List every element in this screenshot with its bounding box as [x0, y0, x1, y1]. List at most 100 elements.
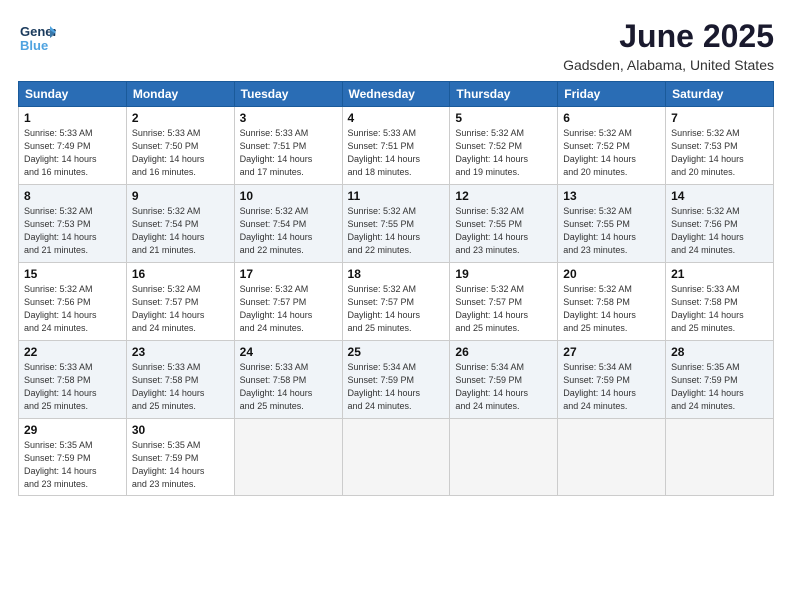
- col-sunday: Sunday: [19, 82, 127, 107]
- day-number: 11: [348, 189, 445, 203]
- table-row: 13 Sunrise: 5:32 AM Sunset: 7:55 PM Dayli…: [558, 185, 666, 263]
- day-info: Sunrise: 5:32 AM Sunset: 7:57 PM Dayligh…: [348, 283, 445, 335]
- table-row: 18 Sunrise: 5:32 AM Sunset: 7:57 PM Dayli…: [342, 263, 450, 341]
- calendar-week-row: 29Sunrise: 5:35 AM Sunset: 7:59 PM Dayli…: [19, 419, 774, 496]
- table-row: 30Sunrise: 5:35 AM Sunset: 7:59 PM Dayli…: [126, 419, 234, 496]
- day-info: Sunrise: 5:33 AM Sunset: 7:51 PM Dayligh…: [348, 127, 445, 179]
- day-info: Sunrise: 5:33 AM Sunset: 7:58 PM Dayligh…: [24, 361, 121, 413]
- calendar-week-row: 22 Sunrise: 5:33 AM Sunset: 7:58 PM Dayli…: [19, 341, 774, 419]
- day-info: Sunrise: 5:32 AM Sunset: 7:55 PM Dayligh…: [563, 205, 660, 257]
- calendar-header-row: Sunday Monday Tuesday Wednesday Thursday…: [19, 82, 774, 107]
- table-row: 8Sunrise: 5:32 AM Sunset: 7:53 PM Daylig…: [19, 185, 127, 263]
- day-info: Sunrise: 5:35 AM Sunset: 7:59 PM Dayligh…: [24, 439, 121, 491]
- day-info: Sunrise: 5:32 AM Sunset: 7:58 PM Dayligh…: [563, 283, 660, 335]
- table-row: 6 Sunrise: 5:32 AM Sunset: 7:52 PM Daylig…: [558, 107, 666, 185]
- col-wednesday: Wednesday: [342, 82, 450, 107]
- day-info: Sunrise: 5:33 AM Sunset: 7:58 PM Dayligh…: [240, 361, 337, 413]
- table-row: 15 Sunrise: 5:32 AM Sunset: 7:56 PM Dayli…: [19, 263, 127, 341]
- day-info: Sunrise: 5:32 AM Sunset: 7:54 PM Dayligh…: [132, 205, 229, 257]
- table-row: 21 Sunrise: 5:33 AM Sunset: 7:58 PM Dayli…: [666, 263, 774, 341]
- table-row: [666, 419, 774, 496]
- day-number: 17: [240, 267, 337, 281]
- day-info: Sunrise: 5:32 AM Sunset: 7:57 PM Dayligh…: [240, 283, 337, 335]
- table-row: 17 Sunrise: 5:32 AM Sunset: 7:57 PM Dayli…: [234, 263, 342, 341]
- table-row: 1 Sunrise: 5:33 AM Sunset: 7:49 PM Daylig…: [19, 107, 127, 185]
- day-number: 15: [24, 267, 121, 281]
- table-row: 28Sunrise: 5:35 AM Sunset: 7:59 PM Dayli…: [666, 341, 774, 419]
- day-number: 9: [132, 189, 229, 203]
- day-number: 12: [455, 189, 552, 203]
- calendar-table: Sunday Monday Tuesday Wednesday Thursday…: [18, 81, 774, 496]
- day-number: 20: [563, 267, 660, 281]
- table-row: [450, 419, 558, 496]
- day-number: 27: [563, 345, 660, 359]
- table-row: 10Sunrise: 5:32 AM Sunset: 7:54 PM Dayli…: [234, 185, 342, 263]
- table-row: 3Sunrise: 5:33 AM Sunset: 7:51 PM Daylig…: [234, 107, 342, 185]
- table-row: 7 Sunrise: 5:32 AM Sunset: 7:53 PM Daylig…: [666, 107, 774, 185]
- table-row: [342, 419, 450, 496]
- table-row: 5 Sunrise: 5:32 AM Sunset: 7:52 PM Daylig…: [450, 107, 558, 185]
- title-block: June 2025 Gadsden, Alabama, United State…: [563, 18, 774, 73]
- day-number: 8: [24, 189, 121, 203]
- table-row: 22 Sunrise: 5:33 AM Sunset: 7:58 PM Dayli…: [19, 341, 127, 419]
- calendar-week-row: 15 Sunrise: 5:32 AM Sunset: 7:56 PM Dayli…: [19, 263, 774, 341]
- day-info: Sunrise: 5:33 AM Sunset: 7:58 PM Dayligh…: [671, 283, 768, 335]
- subtitle: Gadsden, Alabama, United States: [563, 57, 774, 73]
- day-number: 4: [348, 111, 445, 125]
- main-title: June 2025: [563, 18, 774, 55]
- day-number: 18: [348, 267, 445, 281]
- table-row: 25Sunrise: 5:34 AM Sunset: 7:59 PM Dayli…: [342, 341, 450, 419]
- day-info: Sunrise: 5:32 AM Sunset: 7:54 PM Dayligh…: [240, 205, 337, 257]
- table-row: [558, 419, 666, 496]
- col-monday: Monday: [126, 82, 234, 107]
- col-saturday: Saturday: [666, 82, 774, 107]
- day-number: 19: [455, 267, 552, 281]
- day-number: 7: [671, 111, 768, 125]
- table-row: [234, 419, 342, 496]
- calendar-week-row: 1 Sunrise: 5:33 AM Sunset: 7:49 PM Daylig…: [19, 107, 774, 185]
- table-row: 16 Sunrise: 5:32 AM Sunset: 7:57 PM Dayli…: [126, 263, 234, 341]
- day-number: 28: [671, 345, 768, 359]
- day-info: Sunrise: 5:34 AM Sunset: 7:59 PM Dayligh…: [563, 361, 660, 413]
- svg-text:Blue: Blue: [20, 38, 48, 53]
- day-number: 1: [24, 111, 121, 125]
- day-info: Sunrise: 5:32 AM Sunset: 7:57 PM Dayligh…: [455, 283, 552, 335]
- day-info: Sunrise: 5:32 AM Sunset: 7:53 PM Dayligh…: [671, 127, 768, 179]
- table-row: 9 Sunrise: 5:32 AM Sunset: 7:54 PM Daylig…: [126, 185, 234, 263]
- day-number: 13: [563, 189, 660, 203]
- day-number: 2: [132, 111, 229, 125]
- table-row: 2Sunrise: 5:33 AM Sunset: 7:50 PM Daylig…: [126, 107, 234, 185]
- table-row: 27 Sunrise: 5:34 AM Sunset: 7:59 PM Dayli…: [558, 341, 666, 419]
- calendar-week-row: 8Sunrise: 5:32 AM Sunset: 7:53 PM Daylig…: [19, 185, 774, 263]
- col-tuesday: Tuesday: [234, 82, 342, 107]
- day-number: 14: [671, 189, 768, 203]
- col-thursday: Thursday: [450, 82, 558, 107]
- day-info: Sunrise: 5:32 AM Sunset: 7:55 PM Dayligh…: [455, 205, 552, 257]
- table-row: 14 Sunrise: 5:32 AM Sunset: 7:56 PM Dayli…: [666, 185, 774, 263]
- day-info: Sunrise: 5:32 AM Sunset: 7:57 PM Dayligh…: [132, 283, 229, 335]
- day-number: 23: [132, 345, 229, 359]
- table-row: 12 Sunrise: 5:32 AM Sunset: 7:55 PM Dayli…: [450, 185, 558, 263]
- day-info: Sunrise: 5:34 AM Sunset: 7:59 PM Dayligh…: [455, 361, 552, 413]
- table-row: 4 Sunrise: 5:33 AM Sunset: 7:51 PM Daylig…: [342, 107, 450, 185]
- day-info: Sunrise: 5:33 AM Sunset: 7:51 PM Dayligh…: [240, 127, 337, 179]
- header: General Blue June 2025 Gadsden, Alabama,…: [18, 18, 774, 73]
- day-number: 21: [671, 267, 768, 281]
- logo: General Blue: [18, 18, 56, 61]
- table-row: 20 Sunrise: 5:32 AM Sunset: 7:58 PM Dayli…: [558, 263, 666, 341]
- day-number: 22: [24, 345, 121, 359]
- day-info: Sunrise: 5:32 AM Sunset: 7:56 PM Dayligh…: [24, 283, 121, 335]
- table-row: 29Sunrise: 5:35 AM Sunset: 7:59 PM Dayli…: [19, 419, 127, 496]
- day-number: 5: [455, 111, 552, 125]
- day-info: Sunrise: 5:32 AM Sunset: 7:52 PM Dayligh…: [455, 127, 552, 179]
- table-row: 24Sunrise: 5:33 AM Sunset: 7:58 PM Dayli…: [234, 341, 342, 419]
- day-info: Sunrise: 5:34 AM Sunset: 7:59 PM Dayligh…: [348, 361, 445, 413]
- day-info: Sunrise: 5:32 AM Sunset: 7:52 PM Dayligh…: [563, 127, 660, 179]
- day-number: 16: [132, 267, 229, 281]
- day-number: 26: [455, 345, 552, 359]
- day-info: Sunrise: 5:33 AM Sunset: 7:49 PM Dayligh…: [24, 127, 121, 179]
- day-info: Sunrise: 5:32 AM Sunset: 7:56 PM Dayligh…: [671, 205, 768, 257]
- day-number: 6: [563, 111, 660, 125]
- table-row: 23Sunrise: 5:33 AM Sunset: 7:58 PM Dayli…: [126, 341, 234, 419]
- col-friday: Friday: [558, 82, 666, 107]
